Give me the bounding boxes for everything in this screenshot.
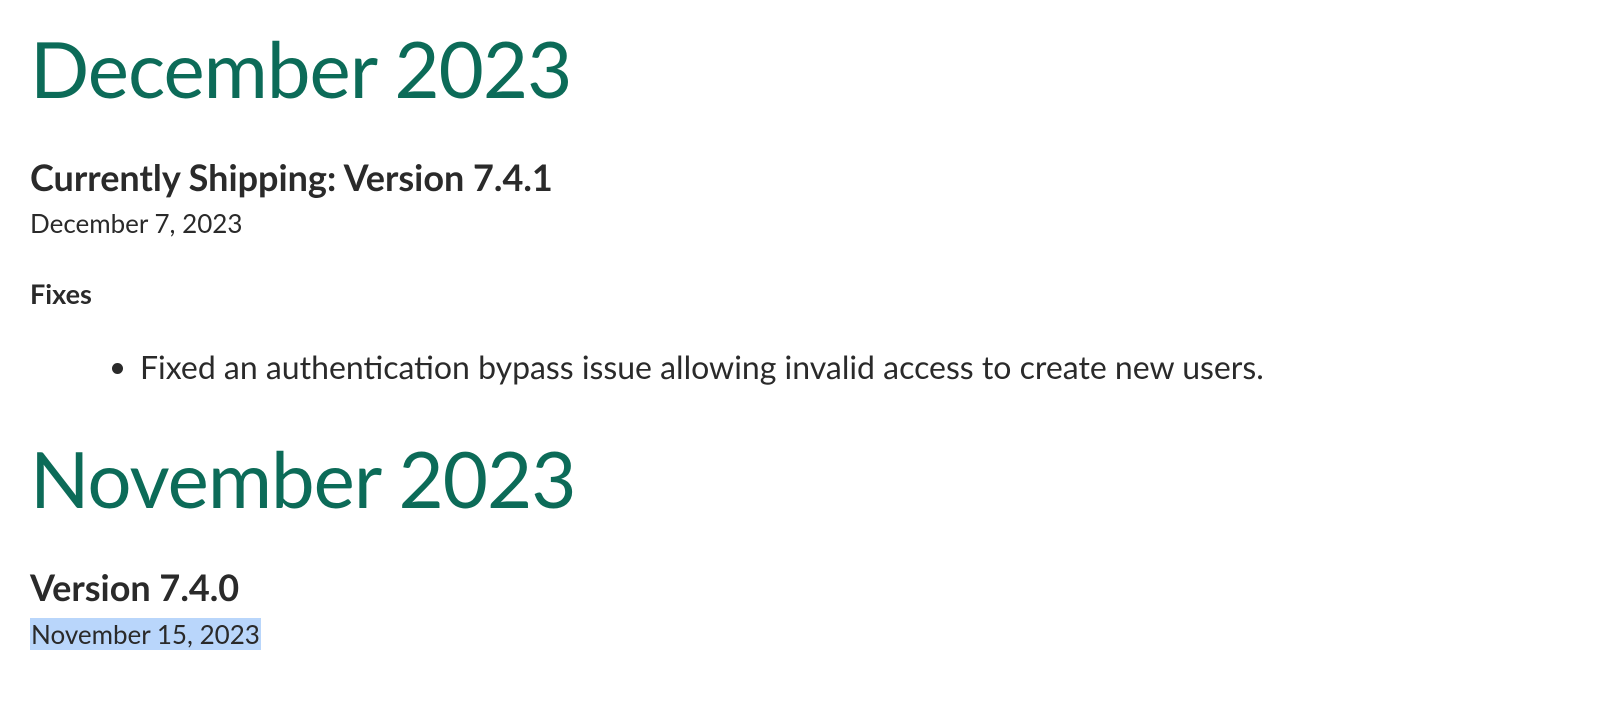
version-heading-741: Currently Shipping: Version 7.4.1 bbox=[30, 158, 1570, 198]
version-heading-740: Version 7.4.0 bbox=[30, 568, 1570, 608]
release-date-741: December 7, 2023 bbox=[30, 207, 242, 239]
fixes-list-item: Fixed an authentication bypass issue all… bbox=[140, 346, 1570, 388]
month-heading-november: November 2023 bbox=[30, 438, 1570, 520]
fixes-list: Fixed an authentication bypass issue all… bbox=[30, 346, 1570, 388]
fixes-label: Fixes bbox=[30, 277, 1570, 310]
month-heading-december: December 2023 bbox=[30, 28, 1570, 110]
release-date-740: November 15, 2023 bbox=[30, 618, 261, 650]
release-date-740-container: November 15, 2023 bbox=[30, 618, 1570, 688]
